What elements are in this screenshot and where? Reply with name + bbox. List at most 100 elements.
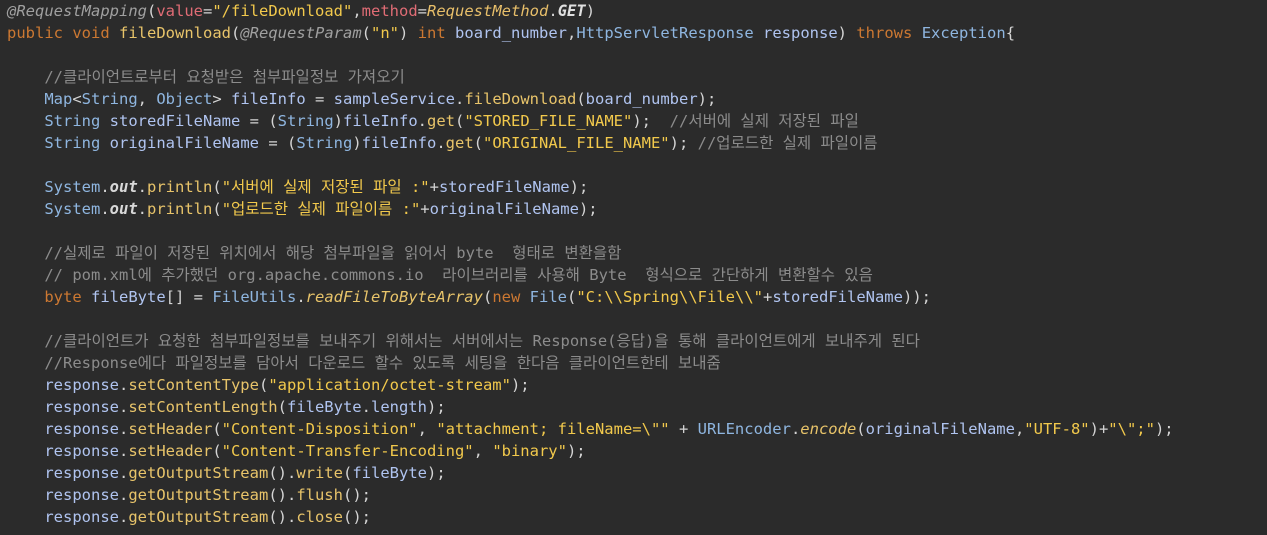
code-token: HttpServletResponse	[576, 24, 754, 42]
code-line[interactable]: @RequestMapping(value="/fileDownload",me…	[7, 0, 1267, 22]
code-token: String	[296, 134, 353, 152]
code-line[interactable]: response.getOutputStream().flush();	[7, 484, 1267, 506]
code-line[interactable]	[7, 308, 1267, 330]
code-token: .	[118, 442, 129, 460]
code-token: storedFileName	[109, 112, 241, 130]
code-token: (	[212, 200, 222, 218]
code-editor[interactable]: @RequestMapping(value="/fileDownload",me…	[0, 0, 1267, 528]
code-line[interactable]: System.out.println("업로드한 실제 파일이름 :"+orig…	[7, 198, 1267, 220]
code-token: value	[156, 2, 203, 20]
code-token: ();	[342, 508, 371, 526]
code-token: String	[277, 112, 334, 130]
code-token: .	[436, 134, 446, 152]
code-token: response	[44, 464, 119, 482]
code-token: ();	[342, 486, 371, 504]
code-line[interactable]: //Response에다 파일정보를 담아서 다운로드 할수 있도록 세팅을 한…	[7, 352, 1267, 374]
code-token: //클라이언트로부터 요청받은 첨부파일정보 가져오기	[44, 68, 405, 86]
code-token: void	[72, 24, 110, 42]
code-token: setContentType	[128, 376, 259, 394]
code-line[interactable]	[7, 44, 1267, 66]
code-token: System	[44, 178, 101, 196]
code-line[interactable]: response.setHeader("Content-Transfer-Enc…	[7, 440, 1267, 462]
code-line[interactable]: response.getOutputStream().close();	[7, 506, 1267, 528]
code-token: (	[212, 420, 222, 438]
code-token: )+	[1089, 420, 1109, 438]
code-token: response	[44, 442, 119, 460]
code-line[interactable]: String originalFileName = (String)fileIn…	[7, 132, 1267, 154]
code-token: .	[137, 200, 148, 218]
code-token: ,	[137, 90, 157, 108]
code-token: response	[44, 420, 119, 438]
code-token: byte	[44, 288, 82, 306]
code-line[interactable]: //클라이언트가 요청한 첨부파일정보를 보내주기 위해서는 서버에서는 Res…	[7, 330, 1267, 352]
code-token: );	[578, 200, 598, 218]
code-token: "STORED_FILE_NAME"	[464, 112, 633, 130]
code-line[interactable]	[7, 154, 1267, 176]
code-token: "attachment; fileName=\""	[436, 420, 670, 438]
code-token: "ORIGINAL_FILE_NAME"	[483, 134, 670, 152]
code-token: (	[576, 90, 586, 108]
code-line[interactable]: System.out.println("서버에 실제 저장된 파일 :"+sto…	[7, 176, 1267, 198]
code-line[interactable]: public void fileDownload(@RequestParam("…	[7, 22, 1267, 44]
code-token: response	[44, 508, 119, 526]
code-token: response	[763, 24, 838, 42]
code-token: fileInfo	[343, 112, 418, 130]
code-line[interactable]: response.setContentType("application/oct…	[7, 374, 1267, 396]
code-token: (	[146, 2, 157, 20]
code-line[interactable]	[7, 220, 1267, 242]
code-token: fileByte	[352, 464, 427, 482]
code-line[interactable]: response.getOutputStream().write(fileByt…	[7, 462, 1267, 484]
code-token: setHeader	[128, 442, 213, 460]
code-token: "application/octet-stream"	[268, 376, 511, 394]
code-token: "업로드한 실제 파일이름 :"	[221, 200, 421, 218]
code-token: fileDownload	[119, 24, 231, 42]
code-token: ().	[268, 486, 297, 504]
code-token: @RequestMapping	[7, 2, 147, 20]
code-token: = (	[240, 112, 278, 130]
code-token: //실제로 파일이 저장된 위치에서 해당 첨부파일을 읽어서 byte 형태로…	[44, 244, 622, 262]
code-line[interactable]: byte fileByte[] = FileUtils.readFileToBy…	[7, 286, 1267, 308]
code-line[interactable]: Map<String, Object> fileInfo = sampleSer…	[7, 88, 1267, 110]
code-token: close	[296, 508, 343, 526]
code-token: fileByte	[91, 288, 166, 306]
code-token: .	[790, 420, 801, 438]
code-token: .	[361, 398, 371, 416]
code-line[interactable]: response.setContentLength(fileByte.lengt…	[7, 396, 1267, 418]
code-token: @RequestParam	[240, 24, 362, 42]
code-token: //클라이언트가 요청한 첨부파일정보를 보내주기 위해서는 서버에서는 Res…	[44, 332, 920, 350]
code-token: );	[510, 376, 530, 394]
code-token: FileUtils	[212, 288, 297, 306]
code-token: .	[548, 2, 558, 20]
code-token: .	[118, 376, 129, 394]
code-token: int	[417, 24, 446, 42]
code-token: ,	[417, 420, 437, 438]
code-token: originalFileName	[109, 134, 259, 152]
code-token: "Content-Transfer-Encoding"	[221, 442, 474, 460]
code-line[interactable]: // pom.xml에 추가했던 org.apache.commons.io 라…	[7, 264, 1267, 286]
code-line[interactable]: response.setHeader("Content-Disposition"…	[7, 418, 1267, 440]
code-token: =	[203, 2, 213, 20]
code-line[interactable]: //클라이언트로부터 요청받은 첨부파일정보 가져오기	[7, 66, 1267, 88]
code-line[interactable]: String storedFileName = (String)fileInfo…	[7, 110, 1267, 132]
code-token: .	[100, 178, 110, 196]
code-token: getOutputStream	[128, 464, 269, 482]
code-token: )	[837, 24, 857, 42]
code-token: ,	[567, 24, 577, 42]
code-token: (	[361, 24, 372, 42]
code-token: readFileToByteArray	[305, 288, 483, 306]
code-token: (	[212, 442, 222, 460]
code-token: (	[473, 134, 483, 152]
code-token: (	[455, 112, 465, 130]
code-token: ().	[268, 508, 297, 526]
code-line[interactable]: //실제로 파일이 저장된 위치에서 해당 첨부파일을 읽어서 byte 형태로…	[7, 242, 1267, 264]
